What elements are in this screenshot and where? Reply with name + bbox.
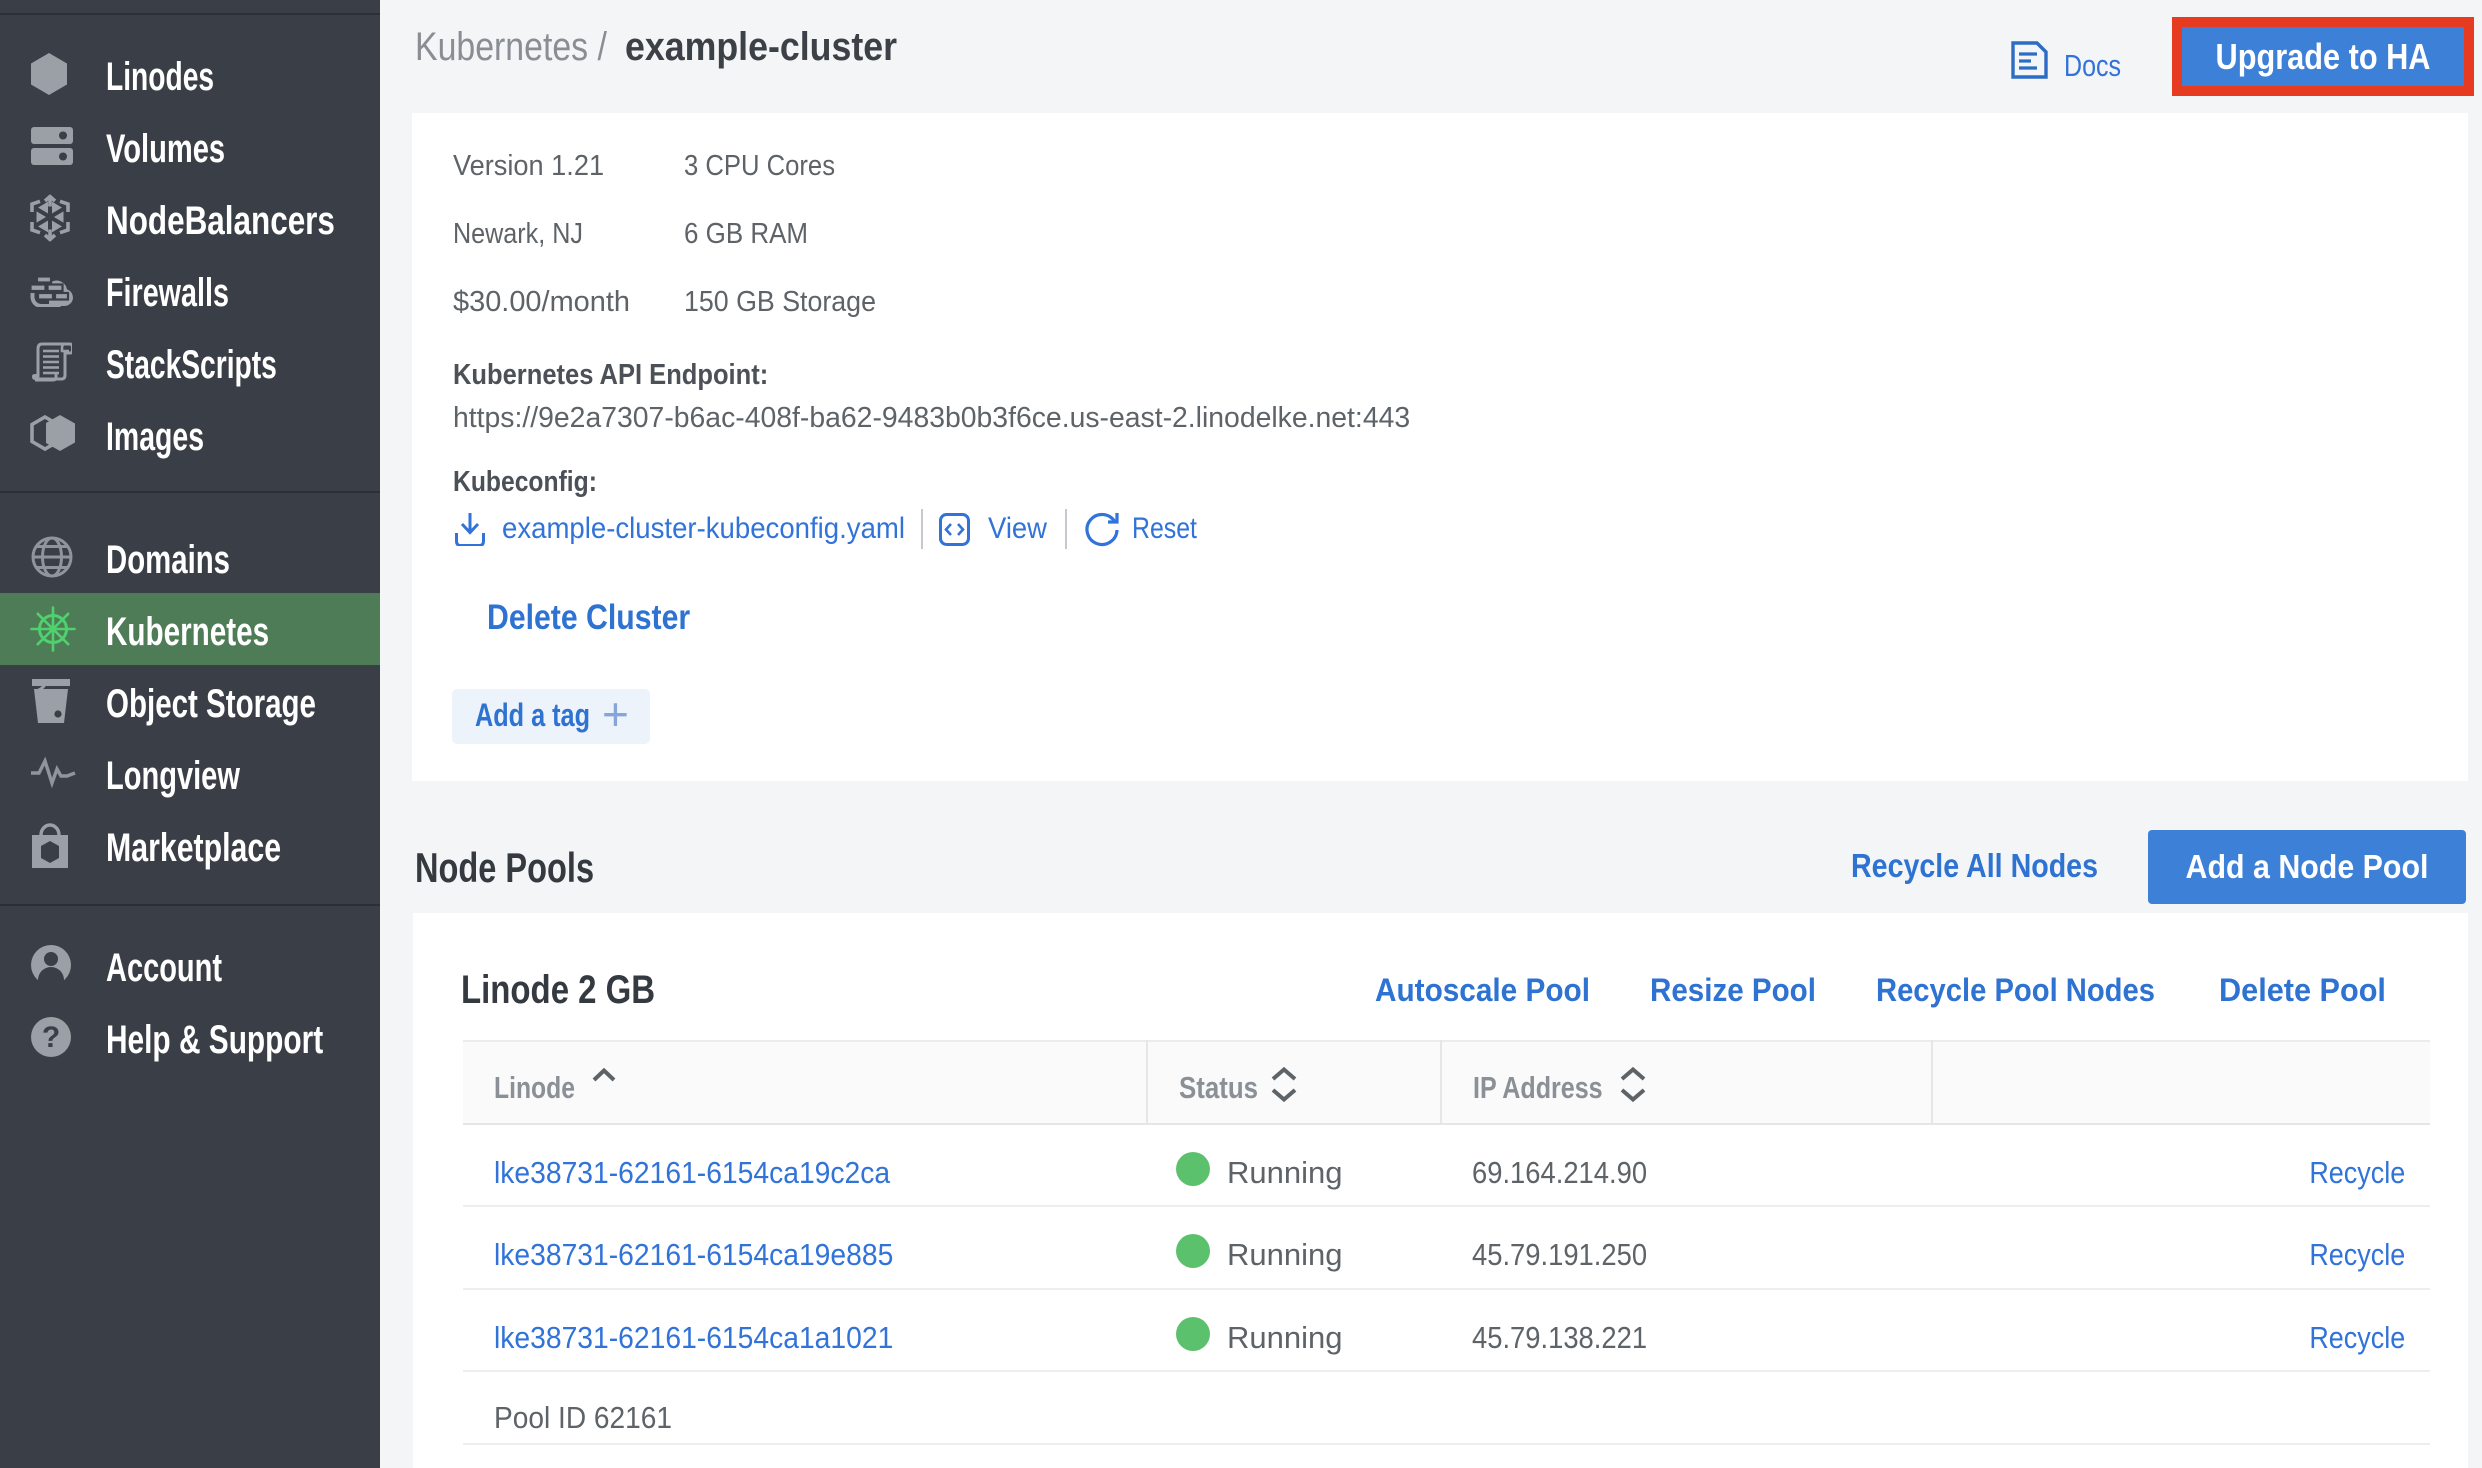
svg-text:?: ? (42, 1021, 60, 1054)
